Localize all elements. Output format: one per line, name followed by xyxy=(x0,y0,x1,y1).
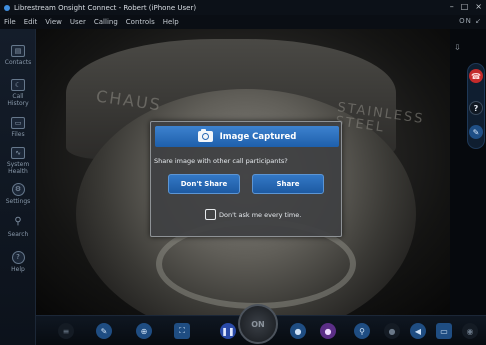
sidebar-item-call-history[interactable]: ☾ Call History xyxy=(0,79,36,107)
sidebar-label-search: Search xyxy=(7,231,29,238)
menu-file[interactable]: File xyxy=(4,18,16,26)
menu-user[interactable]: User xyxy=(70,18,86,26)
menu-edit[interactable]: Edit xyxy=(24,18,38,26)
pin-icon[interactable]: ⇩ xyxy=(454,43,461,52)
sidebar-item-search[interactable]: ⚲ Search xyxy=(0,216,36,239)
system-health-icon: ∿ xyxy=(11,147,25,159)
adjust-icon[interactable]: ≡ xyxy=(58,323,74,339)
sidebar: ▤ Contacts ☾ Call History ▭ Files ∿ Syst… xyxy=(0,29,36,345)
app-icon xyxy=(4,4,10,11)
fit-screen-icon[interactable]: ⛶ xyxy=(174,323,190,339)
sidebar-label-help: Help xyxy=(11,266,25,273)
sidebar-label-system-health: System Health xyxy=(6,161,30,175)
image-captured-dialog: Image Captured Share image with other ca… xyxy=(150,121,342,237)
sidebar-item-contacts[interactable]: ▤ Contacts xyxy=(0,45,36,66)
call-history-icon: ☾ xyxy=(11,79,25,91)
pen-icon[interactable]: ✎ xyxy=(96,323,112,339)
battery-icon[interactable]: ▭ xyxy=(436,323,452,339)
location-icon[interactable]: ⚲ xyxy=(354,323,370,339)
minimize-button[interactable]: – xyxy=(450,2,454,11)
record-icon[interactable]: ● xyxy=(320,323,336,339)
search-icon: ⚲ xyxy=(14,216,22,227)
dont-share-button[interactable]: Don't Share xyxy=(168,174,240,194)
capture-icon[interactable]: ● xyxy=(290,323,306,339)
sidebar-label-contacts: Contacts xyxy=(4,59,32,66)
connection-indicator: ON ↙ xyxy=(459,17,482,25)
settings-icon: ⚙ xyxy=(11,183,25,196)
title-bar: Librestream Onsight Connect - Robert (iP… xyxy=(0,0,486,15)
window-title: Librestream Onsight Connect - Robert (iP… xyxy=(14,3,197,12)
volume-icon[interactable]: ◀ xyxy=(410,323,426,339)
contacts-icon: ▤ xyxy=(11,45,25,57)
light-icon[interactable]: ● xyxy=(384,323,400,339)
window-controls: – □ × xyxy=(450,2,482,11)
dont-ask-label: Don't ask me every time. xyxy=(219,210,302,219)
menu-bar: File Edit View User Calling Controls Hel… xyxy=(0,15,486,29)
sidebar-item-settings[interactable]: ⚙ Settings xyxy=(0,183,36,205)
dialog-header: Image Captured xyxy=(155,126,339,147)
sidebar-item-files[interactable]: ▭ Files xyxy=(0,117,36,138)
zoom-in-icon[interactable]: ⊕ xyxy=(136,323,152,339)
dont-ask-checkbox-row[interactable]: Don't ask me every time. xyxy=(205,209,301,220)
camera-icon[interactable]: ◉ xyxy=(462,323,478,339)
bottom-toolbar: ≡ ✎ ⊕ ⛶ ❚❚ ON ● ● ⚲ ● ◀ ▭ ◉ xyxy=(36,304,486,345)
sidebar-item-help[interactable]: ? Help xyxy=(0,251,36,273)
share-button[interactable]: Share xyxy=(252,174,324,194)
video-toggle-button[interactable]: ON xyxy=(238,304,278,344)
sidebar-label-files: Files xyxy=(11,131,25,138)
close-button[interactable]: × xyxy=(475,2,482,11)
dialog-title: Image Captured xyxy=(219,131,297,142)
pause-icon[interactable]: ❚❚ xyxy=(220,323,236,339)
sidebar-label-settings: Settings xyxy=(5,198,31,205)
menu-controls[interactable]: Controls xyxy=(126,18,155,26)
menu-calling[interactable]: Calling xyxy=(94,18,118,26)
end-call-icon[interactable]: ☎ xyxy=(469,69,483,83)
sidebar-label-call-history: Call History xyxy=(7,93,29,107)
dont-ask-checkbox[interactable] xyxy=(205,209,216,220)
files-icon: ▭ xyxy=(11,117,25,129)
menu-help[interactable]: Help xyxy=(163,18,179,26)
dialog-message: Share image with other call participants… xyxy=(154,157,288,165)
camera-icon xyxy=(197,129,213,142)
menu-view[interactable]: View xyxy=(45,18,62,26)
right-control-strip: ⇩ ☎ ? ✎ xyxy=(450,29,486,345)
share-icon[interactable]: ✎ xyxy=(469,125,483,139)
maximize-button[interactable]: □ xyxy=(461,2,469,11)
help-icon: ? xyxy=(11,251,25,264)
help-icon[interactable]: ? xyxy=(469,101,483,115)
sidebar-item-system-health[interactable]: ∿ System Health xyxy=(0,147,36,175)
